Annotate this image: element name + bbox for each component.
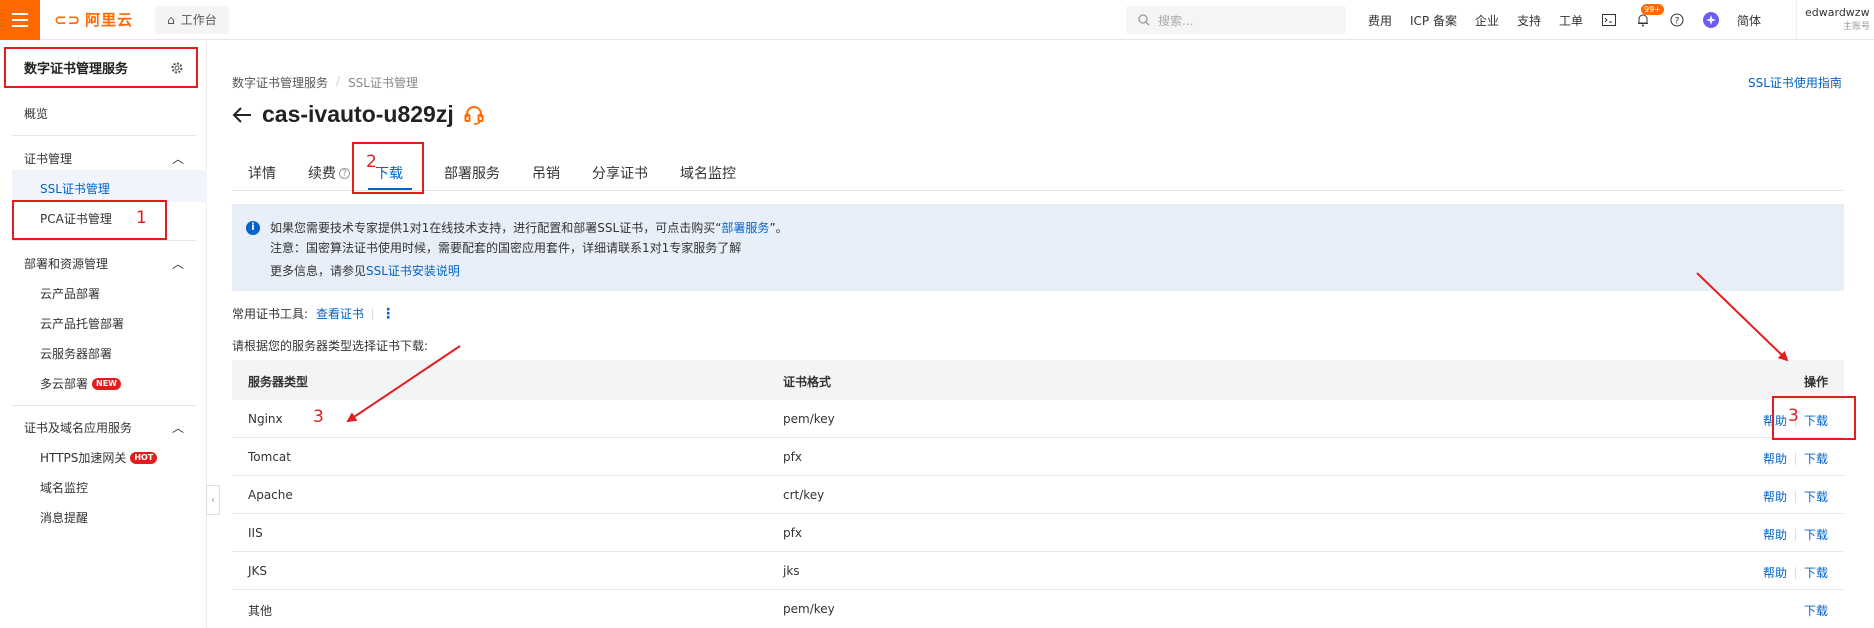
annotation-arrows (346, 272, 1789, 423)
annotation-arrow-left (346, 345, 461, 423)
annotation-arrow-right (1696, 272, 1789, 362)
